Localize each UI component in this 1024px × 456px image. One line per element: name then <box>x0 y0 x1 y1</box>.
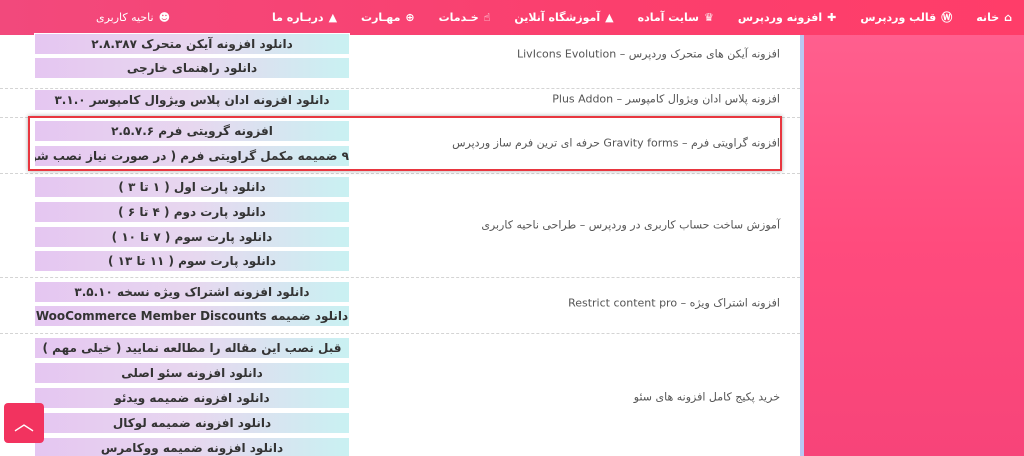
nav-item-skills[interactable]: ⊕ مهـارت <box>361 11 415 24</box>
nav-item-academy[interactable]: ▲ آموزشگاه آنلاین <box>514 11 613 24</box>
download-button[interactable]: دانلود پارت سوم ( ۱۱ تا ۱۳ ) <box>34 250 350 272</box>
graduation-cap-icon: ▲ <box>605 11 614 24</box>
row-title: آموزش ساخت حساب کاربری در وردپرس – طراحی… <box>481 218 780 232</box>
users-icon: ☻ <box>158 11 171 24</box>
download-button[interactable]: افزونه گرویتی فرم ۲.۵.۷.۶ <box>34 120 350 142</box>
puzzle-icon: ✚ <box>827 11 837 24</box>
nav-item-ready-sites[interactable]: ♛ سایت آماده <box>638 11 714 24</box>
nav-item-services[interactable]: ☝ خـدمات <box>439 11 491 24</box>
nav-label-themes: قالب وردپرس <box>860 11 937 24</box>
download-button[interactable]: دانلود افزونه سئو اصلی <box>34 362 350 384</box>
user-area-label: ناحیه کاربری <box>96 11 154 24</box>
nav-label-home: خانه <box>976 11 1000 24</box>
scroll-to-top-button[interactable]: ︿ <box>4 403 44 443</box>
download-button[interactable]: قبل نصب این مقاله را مطالعه نمایید ( خیل… <box>34 337 350 359</box>
row-title: افزونه اشتراک ویژه – Restrict content pr… <box>568 296 780 310</box>
download-button[interactable]: دانلود افزونه ضمیمه لوکال <box>34 412 350 434</box>
plus-circle-icon: ⊕ <box>405 11 415 24</box>
nav-item-themes[interactable]: Ⓦ قالب وردپرس <box>860 11 952 24</box>
download-button[interactable]: دانلود افزونه ضمیمه ووکامرس <box>34 437 350 456</box>
wordpress-icon: Ⓦ <box>941 11 953 24</box>
trophy-icon: ♛ <box>704 11 714 24</box>
download-button[interactable]: دانلود افزونه آیکن متحرک ۲.۸.۳۸۷ <box>34 33 350 55</box>
nav-label-about: دربـاره ما <box>271 11 324 24</box>
download-button[interactable]: دانلود افزونه ادان پلاس ویژوال کامپوسر ۳… <box>34 89 350 111</box>
download-button[interactable]: دانلود پارت اول ( ۱ تا ۳ ) <box>34 176 350 198</box>
nav-item-plugins[interactable]: ✚ افزونه وردپرس <box>738 11 836 24</box>
home-icon: ⌂ <box>1004 11 1012 24</box>
sidebar-panel <box>800 35 1024 456</box>
nav-label-plugins: افزونه وردپرس <box>737 11 823 24</box>
nav-label-services: خـدمات <box>438 11 479 24</box>
download-button[interactable]: دانلود راهنمای خارجی <box>34 57 350 79</box>
download-button[interactable]: دانلود افزونه اشتراک ویژه نسخه ۳.۵.۱۰ <box>34 281 350 303</box>
nav-item-home[interactable]: ⌂ خانه <box>976 11 1012 24</box>
download-button[interactable]: دانلود افزونه ضمیمه ویدئو <box>34 387 350 409</box>
hand-icon: ☝ <box>483 11 491 24</box>
download-button[interactable]: دانلود پارت دوم ( ۴ تا ۶ ) <box>34 201 350 223</box>
nav-label-ready-sites: سایت آماده <box>637 11 699 24</box>
download-table: افزونه آیکن های متحرک وردپرس – LivIcons … <box>0 33 800 456</box>
nav-item-about[interactable]: ▲ دربـاره ما <box>272 11 337 24</box>
download-button[interactable]: دانلود ضمیمه WooCommerce Member Discount… <box>34 305 350 327</box>
row-title: افزونه گراویتی فرم – Gravity forms حرفه … <box>452 136 780 150</box>
download-button[interactable]: ۹ ضمیمه مکمل گراویتی فرم ( در صورت نیاز … <box>34 145 350 167</box>
row-title: افزونه آیکن های متحرک وردپرس – LivIcons … <box>517 47 780 61</box>
download-button[interactable]: دانلود پارت سوم ( ۷ تا ۱۰ ) <box>34 226 350 248</box>
triangle-icon: ▲ <box>328 11 338 24</box>
chevron-up-icon: ︿ <box>14 411 34 435</box>
row-title: خرید پکیج کامل افزونه های سئو <box>633 390 780 404</box>
row-title: افزونه پلاس ادان ویژوال کامپوسر – Plus A… <box>552 92 780 106</box>
nav-label-skills: مهـارت <box>361 11 401 24</box>
nav-label-academy: آموزشگاه آنلاین <box>514 11 601 24</box>
